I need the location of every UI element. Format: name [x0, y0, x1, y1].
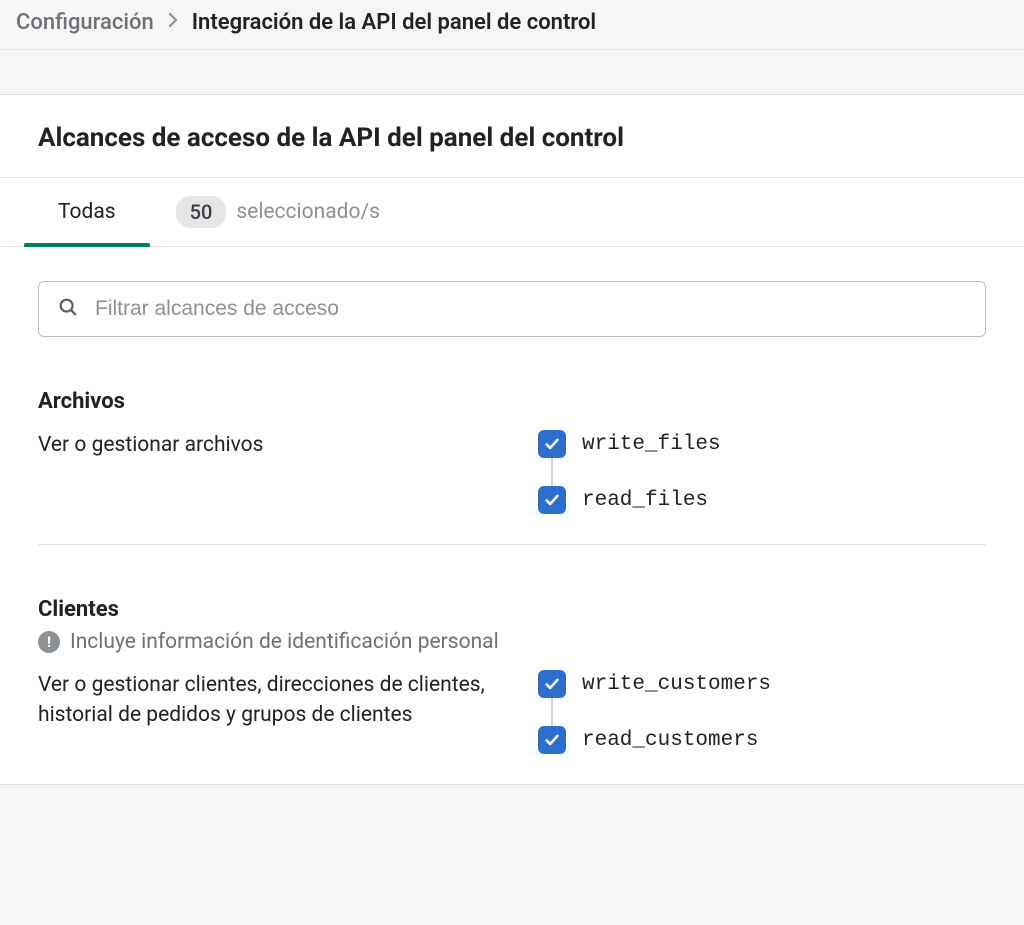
scope-connector: [551, 698, 553, 726]
scope-section-clientes: Clientes ! Incluye información de identi…: [0, 545, 1024, 784]
scope-item: write_files: [538, 430, 721, 458]
scope-connector: [551, 458, 553, 486]
selected-count-label: seleccionado/s: [236, 200, 380, 224]
scope-checkbox-group: write_files read_files: [538, 430, 721, 514]
panel-title: Alcances de acceso de la API del panel d…: [38, 123, 986, 153]
tabs-row: Todas 50 seleccionado/s: [0, 177, 1024, 247]
pii-notice-text: Incluye información de identificación pe…: [70, 630, 499, 654]
breadcrumb-parent-link[interactable]: Configuración: [16, 10, 154, 35]
scope-item: write_customers: [538, 670, 771, 698]
breadcrumb-current: Integración de la API del panel de contr…: [192, 10, 596, 35]
selected-count-badge: 50: [176, 196, 227, 228]
scope-section-archivos: Archivos Ver o gestionar archivos write_…: [0, 337, 1024, 545]
section-title: Clientes: [38, 597, 986, 622]
breadcrumb: Configuración Integración de la API del …: [0, 0, 1024, 50]
scope-item: read_customers: [538, 726, 771, 754]
chevron-right-icon: [168, 12, 178, 33]
tab-selected[interactable]: 50 seleccionado/s: [176, 196, 380, 228]
scope-checkbox-group: write_customers read_customers: [538, 670, 771, 754]
section-description: Ver o gestionar clientes, direcciones de…: [38, 670, 508, 754]
section-description: Ver o gestionar archivos: [38, 430, 508, 514]
checkbox-write-files[interactable]: [538, 430, 566, 458]
scope-label: read_files: [582, 489, 708, 512]
checkbox-read-files[interactable]: [538, 486, 566, 514]
checkbox-read-customers[interactable]: [538, 726, 566, 754]
search-field[interactable]: [38, 281, 986, 337]
checkbox-write-customers[interactable]: [538, 670, 566, 698]
scope-label: write_customers: [582, 673, 771, 696]
scope-label: write_files: [582, 433, 721, 456]
scope-item: read_files: [538, 486, 721, 514]
info-icon: !: [38, 631, 60, 653]
api-scopes-panel: Alcances de acceso de la API del panel d…: [0, 94, 1024, 785]
search-icon: [57, 296, 79, 322]
pii-notice: ! Incluye información de identificación …: [38, 630, 986, 654]
section-title: Archivos: [38, 389, 986, 414]
tab-all[interactable]: Todas: [38, 178, 136, 246]
search-input[interactable]: [95, 297, 967, 321]
scope-label: read_customers: [582, 729, 758, 752]
panel-header: Alcances de acceso de la API del panel d…: [0, 95, 1024, 177]
